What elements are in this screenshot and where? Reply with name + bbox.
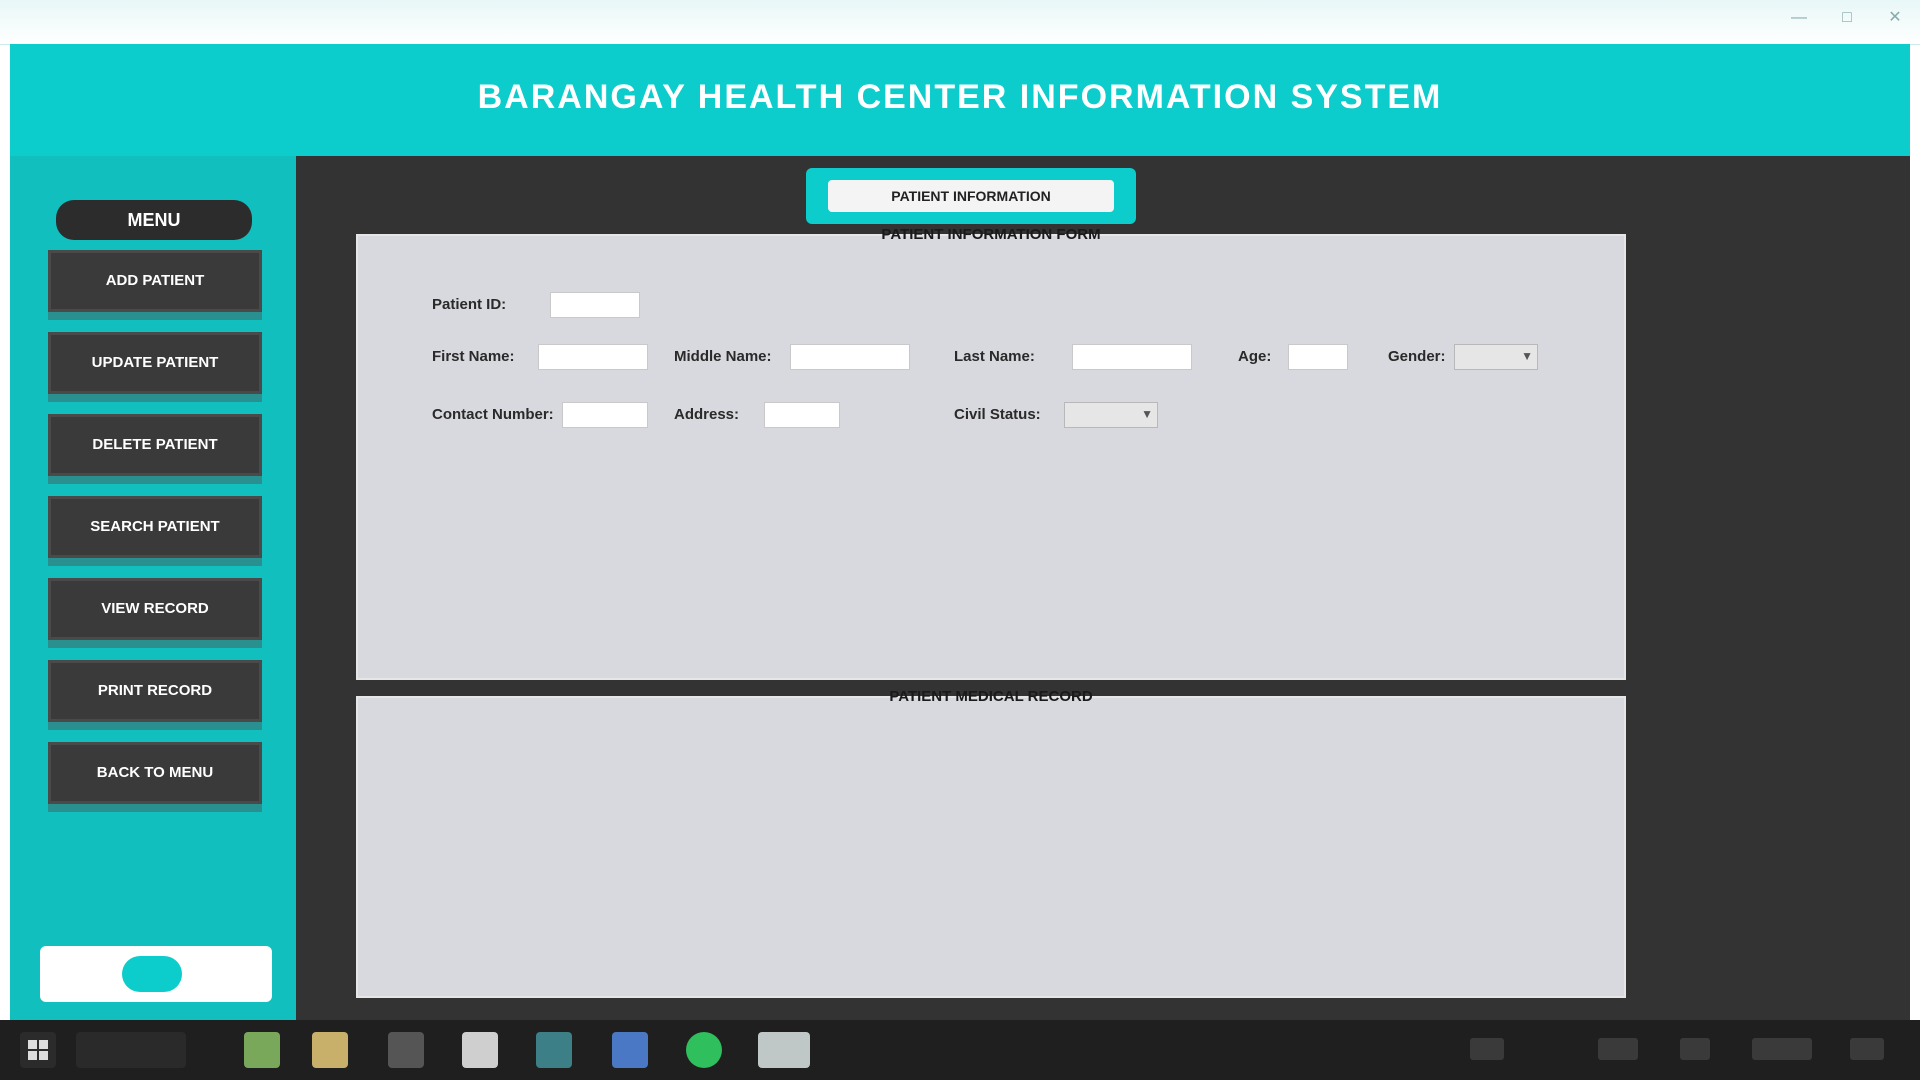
minimize-button[interactable]: —: [1786, 8, 1812, 28]
notification-icon[interactable]: [1850, 1038, 1884, 1060]
contact-number-input[interactable]: [562, 402, 648, 428]
chevron-down-icon: ▼: [1141, 407, 1153, 421]
app-title: BARANGAY HEALTH CENTER INFORMATION SYSTE…: [477, 78, 1443, 116]
medical-record-panel: PATIENT MEDICAL RECORD: [356, 688, 1626, 998]
app-icon[interactable]: [612, 1032, 648, 1068]
address-label: Address:: [674, 406, 740, 423]
view-record-button[interactable]: VIEW RECORD: [48, 578, 262, 640]
age-label: Age:: [1238, 348, 1272, 365]
window-titlebar: — □ ✕: [0, 0, 1920, 45]
first-name-label: First Name:: [432, 348, 515, 365]
window-controls: — □ ✕: [1786, 8, 1908, 28]
panel-title: PATIENT INFORMATION FORM: [881, 226, 1101, 243]
civil-status-label: Civil Status:: [954, 406, 1041, 423]
gender-select[interactable]: ▼: [1454, 344, 1538, 370]
sidebar: MENU ADD PATIENT UPDATE PATIENT DELETE P…: [10, 156, 296, 1020]
netbeans-icon[interactable]: [536, 1032, 572, 1068]
spotify-icon[interactable]: [686, 1032, 722, 1068]
last-name-label: Last Name:: [954, 348, 1035, 365]
middle-name-label: Middle Name:: [674, 348, 772, 365]
patient-info-panel: PATIENT INFORMATION FORM Patient ID: Fir…: [356, 226, 1626, 680]
print-record-button[interactable]: PRINT RECORD: [48, 660, 262, 722]
back-to-menu-button[interactable]: BACK TO MENU: [48, 742, 262, 804]
update-patient-button[interactable]: UPDATE PATIENT: [48, 332, 262, 394]
folder-icon[interactable]: [312, 1032, 348, 1068]
add-patient-button[interactable]: ADD PATIENT: [48, 250, 262, 312]
civil-status-select[interactable]: ▼: [1064, 402, 1158, 428]
network-icon[interactable]: [1598, 1038, 1638, 1060]
menu-label: MENU: [56, 200, 252, 240]
first-name-input[interactable]: [538, 344, 648, 370]
patient-id-input[interactable]: [550, 292, 640, 318]
search-icon[interactable]: [76, 1032, 186, 1068]
sidebar-footer: [40, 946, 272, 1002]
age-input[interactable]: [1288, 344, 1348, 370]
tray-icon[interactable]: [1470, 1038, 1504, 1060]
app-header: BARANGAY HEALTH CENTER INFORMATION SYSTE…: [10, 44, 1910, 156]
app-window-icon[interactable]: [758, 1032, 810, 1068]
patient-id-label: Patient ID:: [432, 296, 507, 313]
logout-button[interactable]: [122, 956, 182, 992]
start-icon[interactable]: [20, 1032, 56, 1068]
close-button[interactable]: ✕: [1882, 8, 1908, 28]
middle-name-input[interactable]: [790, 344, 910, 370]
contact-number-label: Contact Number:: [432, 406, 554, 423]
file-explorer-icon[interactable]: [244, 1032, 280, 1068]
app-window: BARANGAY HEALTH CENTER INFORMATION SYSTE…: [10, 44, 1910, 1020]
gender-label: Gender:: [1388, 348, 1446, 365]
volume-icon[interactable]: [1680, 1038, 1710, 1060]
chevron-down-icon: ▼: [1521, 349, 1533, 363]
search-patient-button[interactable]: SEARCH PATIENT: [48, 496, 262, 558]
taskbar: [0, 1020, 1920, 1080]
delete-patient-button[interactable]: DELETE PATIENT: [48, 414, 262, 476]
address-input[interactable]: [764, 402, 840, 428]
section-tab-label: PATIENT INFORMATION: [828, 180, 1114, 212]
browser-icon[interactable]: [462, 1032, 498, 1068]
store-icon[interactable]: [388, 1032, 424, 1068]
clock[interactable]: [1752, 1038, 1812, 1060]
maximize-button[interactable]: □: [1834, 8, 1860, 28]
last-name-input[interactable]: [1072, 344, 1192, 370]
section-tab: PATIENT INFORMATION: [806, 168, 1136, 224]
panel-title: PATIENT MEDICAL RECORD: [889, 688, 1093, 705]
